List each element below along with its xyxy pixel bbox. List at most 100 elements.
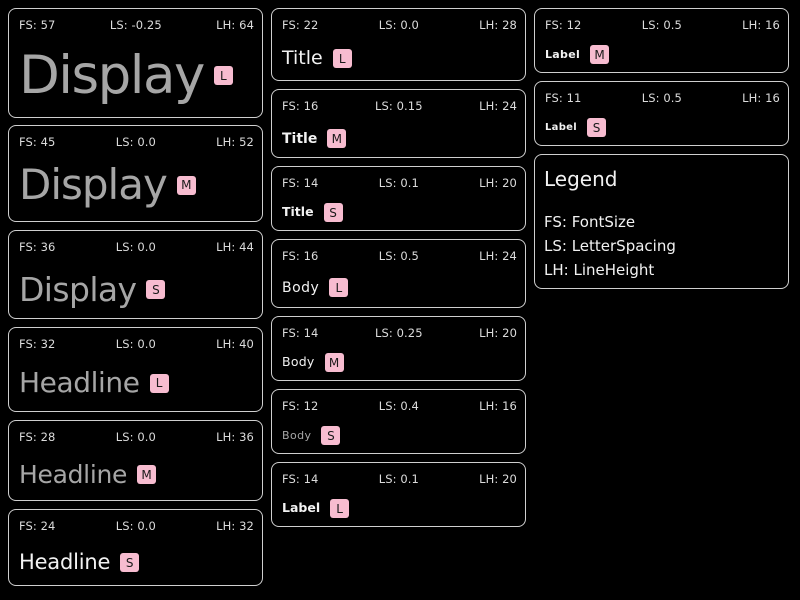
sample-row: Title L: [282, 49, 352, 68]
metrics-row: FS: 12 LS: 0.4 LH: 16: [282, 399, 517, 413]
sample-text: Label: [282, 500, 321, 516]
legend-item-ls: LS: LetterSpacing: [544, 237, 676, 255]
line-height-value: LH: 24: [479, 99, 517, 113]
sample-text: Display: [19, 160, 168, 209]
legend-title: Legend: [544, 167, 618, 191]
metrics-row: FS: 22 LS: 0.0 LH: 28: [282, 18, 517, 32]
line-height-value: LH: 16: [479, 399, 517, 413]
sample-text: Body: [282, 279, 320, 296]
size-badge: L: [330, 499, 350, 518]
card-display-small: FS: 36 LS: 0.0 LH: 44 Display S: [8, 230, 263, 319]
metrics-row: FS: 14 LS: 0.1 LH: 20: [282, 472, 517, 486]
sample-row: Display S: [19, 270, 166, 309]
size-badge: M: [137, 465, 157, 484]
metrics-row: FS: 14 LS: 0.25 LH: 20: [282, 326, 517, 340]
card-label-medium: FS: 12 LS: 0.5 LH: 16 Label M: [534, 8, 789, 73]
sample-row: Label M: [545, 45, 610, 64]
legend-item-fs: FS: FontSize: [544, 213, 636, 231]
card-display-large: FS: 57 LS: -0.25 LH: 64 Display L: [8, 8, 263, 118]
metrics-row: FS: 24 LS: 0.0 LH: 32: [19, 519, 254, 533]
letter-spacing-value: LS: 0.5: [641, 91, 682, 105]
size-badge: L: [149, 373, 169, 393]
card-body-medium: FS: 14 LS: 0.25 LH: 20 Body M: [271, 316, 526, 381]
sample-row: Headline M: [19, 460, 157, 489]
metrics-row: FS: 16 LS: 0.5 LH: 24: [282, 249, 517, 263]
line-height-value: LH: 20: [479, 326, 517, 340]
line-height-value: LH: 20: [479, 176, 517, 190]
card-title-medium: FS: 16 LS: 0.15 LH: 24 Title M: [271, 89, 526, 158]
card-headline-medium: FS: 28 LS: 0.0 LH: 36 Headline M: [8, 420, 263, 501]
line-height-value: LH: 20: [479, 472, 517, 486]
sample-text: Headline: [19, 366, 140, 399]
line-height-value: LH: 28: [479, 18, 517, 32]
sample-row: Label L: [282, 499, 350, 518]
font-size-value: FS: 11: [545, 91, 582, 105]
sample-text: Display: [19, 270, 137, 309]
card-title-large: FS: 22 LS: 0.0 LH: 28 Title L: [271, 8, 526, 81]
line-height-value: LH: 36: [216, 430, 254, 444]
metrics-row: FS: 14 LS: 0.1 LH: 20: [282, 176, 517, 190]
sample-row: Label S: [545, 118, 606, 137]
sample-text: Title: [282, 204, 314, 220]
font-size-value: FS: 32: [19, 337, 56, 351]
letter-spacing-value: LS: 0.15: [375, 99, 423, 113]
sample-text: Title: [282, 47, 323, 69]
size-badge: M: [176, 175, 196, 195]
size-badge: S: [587, 118, 606, 137]
letter-spacing-value: LS: 0.0: [115, 519, 156, 533]
font-size-value: FS: 28: [19, 430, 56, 444]
letter-spacing-value: LS: 0.1: [378, 472, 419, 486]
line-height-value: LH: 16: [742, 91, 780, 105]
letter-spacing-value: LS: 0.0: [378, 18, 419, 32]
font-size-value: FS: 22: [282, 18, 319, 32]
letter-spacing-value: LS: 0.0: [115, 240, 156, 254]
size-badge: L: [332, 49, 352, 68]
metrics-row: FS: 11 LS: 0.5 LH: 16: [545, 91, 780, 105]
metrics-row: FS: 32 LS: 0.0 LH: 40: [19, 337, 254, 351]
sample-text: Headline: [19, 460, 128, 489]
sample-row: Headline S: [19, 550, 140, 574]
size-badge: M: [590, 45, 610, 64]
line-height-value: LH: 64: [216, 18, 254, 32]
sample-row: Headline L: [19, 369, 169, 397]
card-body-small: FS: 12 LS: 0.4 LH: 16 Body S: [271, 389, 526, 454]
font-size-value: FS: 14: [282, 472, 319, 486]
line-height-value: LH: 52: [216, 135, 254, 149]
sample-text: Body: [282, 354, 315, 370]
size-badge: S: [323, 203, 343, 222]
sample-row: Title M: [282, 129, 347, 148]
font-size-value: FS: 24: [19, 519, 56, 533]
sample-text: Label: [545, 121, 577, 133]
line-height-value: LH: 32: [216, 519, 254, 533]
sample-text: Title: [282, 130, 318, 147]
line-height-value: LH: 16: [742, 18, 780, 32]
sample-text: Body: [282, 429, 312, 442]
metrics-row: FS: 57 LS: -0.25 LH: 64: [19, 18, 254, 32]
sample-text: Display: [19, 45, 205, 106]
card-label-large: FS: 14 LS: 0.1 LH: 20 Label L: [271, 462, 526, 527]
size-badge: S: [146, 280, 166, 299]
font-size-value: FS: 16: [282, 99, 319, 113]
sample-row: Body L: [282, 278, 349, 297]
sample-row: Body S: [282, 426, 341, 445]
legend-card: Legend FS: FontSize LS: LetterSpacing LH…: [534, 154, 789, 289]
font-size-value: FS: 57: [19, 18, 56, 32]
font-size-value: FS: 16: [282, 249, 319, 263]
size-badge: L: [213, 66, 233, 85]
letter-spacing-value: LS: 0.0: [115, 337, 156, 351]
font-size-value: FS: 14: [282, 176, 319, 190]
sample-row: Display L: [19, 49, 233, 102]
sample-text: Label: [545, 48, 581, 61]
sample-row: Display M: [19, 164, 196, 206]
metrics-row: FS: 36 LS: 0.0 LH: 44: [19, 240, 254, 254]
sample-text: Headline: [19, 550, 111, 574]
letter-spacing-value: LS: 0.4: [378, 399, 419, 413]
metrics-row: FS: 28 LS: 0.0 LH: 36: [19, 430, 254, 444]
letter-spacing-value: LS: 0.5: [378, 249, 419, 263]
line-height-value: LH: 24: [479, 249, 517, 263]
font-size-value: FS: 36: [19, 240, 56, 254]
size-badge: S: [321, 426, 341, 445]
card-title-small: FS: 14 LS: 0.1 LH: 20 Title S: [271, 166, 526, 231]
metrics-row: FS: 16 LS: 0.15 LH: 24: [282, 99, 517, 113]
sample-row: Title S: [282, 203, 343, 222]
